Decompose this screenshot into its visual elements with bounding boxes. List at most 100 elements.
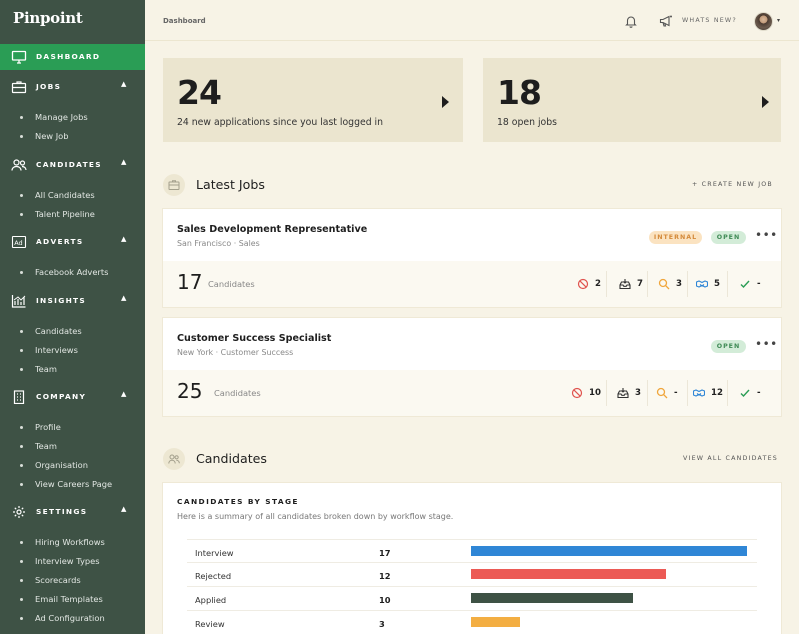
sidebar-subitem-organisation[interactable]: Organisation [0,456,145,474]
sidebar-subitem-profile[interactable]: Profile [0,418,145,436]
candidates-title: Candidates [196,451,267,466]
chevron-up-icon[interactable]: ▲ [121,235,126,243]
bullet [20,194,23,197]
metric-value: 10 [589,388,601,398]
metric-divider [727,271,728,297]
bullet [20,617,23,620]
chevron-up-icon[interactable]: ▲ [121,158,126,166]
handshake-icon [693,387,705,399]
metric-value: 3 [635,388,641,398]
job-title[interactable]: Sales Development Representative [177,224,367,235]
metric-value: 12 [711,388,723,398]
view-all-candidates-link[interactable]: VIEW ALL CANDIDATES [683,455,778,462]
metric-applied[interactable]: 3 [617,384,641,402]
sidebar-subitem-interviews[interactable]: Interviews [0,341,145,359]
card-description: Here is a summary of all candidates brok… [177,512,454,521]
sidebar-item-insights[interactable]: INSIGHTS ▲ [0,288,145,314]
bullet [20,368,23,371]
job-metrics-bar: 17 Candidates 2 7 3 5 - [163,261,781,307]
monitor-icon [11,50,27,64]
sidebar-subitem-label: View Careers Page [35,479,113,489]
sidebar-subitem-facebook-adverts[interactable]: Facebook Adverts [0,263,145,281]
stat-card-new-applications[interactable]: 24 24 new applications since you last lo… [163,58,463,142]
stage-row[interactable]: Applied 10 [187,587,757,611]
play-arrow-icon[interactable] [762,96,769,108]
job-card[interactable]: Sales Development Representative San Fra… [163,209,781,307]
sidebar-subitem-all-candidates[interactable]: All Candidates [0,186,145,204]
metric-interview[interactable]: 12 [693,384,723,402]
candidates-by-stage-card: CANDIDATES BY STAGE Here is a summary of… [163,483,781,634]
candidate-count[interactable]: 17 [177,270,202,294]
megaphone-icon[interactable] [659,14,673,28]
stage-row[interactable]: Interview 17 [187,539,757,563]
sidebar-subitem-label: Email Templates [35,594,103,604]
bullet [20,116,23,119]
metric-hired[interactable]: - [739,275,761,293]
sidebar-item-dashboard[interactable]: DASHBOARD [0,44,145,70]
stat-card-open-jobs[interactable]: 18 18 open jobs [483,58,781,142]
sidebar-subitem-label: Facebook Adverts [35,267,109,277]
sidebar-item-label: JOBS [36,82,62,91]
chevron-up-icon[interactable]: ▲ [121,505,126,513]
chevron-up-icon[interactable]: ▲ [121,80,126,88]
sidebar-item-label: DASHBOARD [36,52,101,61]
sidebar-item-label: COMPANY [36,392,87,401]
sidebar-subitem-label: Manage Jobs [35,112,88,122]
sidebar-subitem-label: New Job [35,131,69,141]
metric-value: - [757,388,761,398]
app-logo[interactable]: Pinpoint [13,9,83,27]
metric-interview[interactable]: 5 [696,275,720,293]
job-card[interactable]: Customer Success Specialist New York · C… [163,318,781,416]
sidebar-subitem-hiring-workflows[interactable]: Hiring Workflows [0,533,145,551]
metric-divider [727,380,728,406]
sidebar-item-candidates[interactable]: CANDIDATES ▲ [0,152,145,178]
sidebar-subitem-label: Interview Types [35,556,100,566]
stage-name: Review [195,619,225,629]
sidebar-item-settings[interactable]: SETTINGS ▲ [0,499,145,525]
sidebar-item-adverts[interactable]: Ad ADVERTS ▲ [0,229,145,255]
stage-row[interactable]: Review 3 [187,611,757,634]
more-menu-icon[interactable]: ••• [755,228,778,242]
job-title[interactable]: Customer Success Specialist [177,333,331,344]
sidebar-subitem-new-job[interactable]: New Job [0,127,145,145]
sidebar-subitem-company-team[interactable]: Team [0,437,145,455]
avatar[interactable] [754,12,773,31]
sidebar-subitem-insights-candidates[interactable]: Candidates [0,322,145,340]
play-arrow-icon[interactable] [442,96,449,108]
metric-rejected[interactable]: 2 [577,275,601,293]
sidebar-subitem-manage-jobs[interactable]: Manage Jobs [0,108,145,126]
metric-review[interactable]: 3 [658,275,682,293]
metric-hired[interactable]: - [739,384,761,402]
stage-name: Rejected [195,571,232,581]
metric-rejected[interactable]: 10 [571,384,601,402]
breadcrumb[interactable]: Dashboard [163,17,206,25]
create-new-job-link[interactable]: + CREATE NEW JOB [692,181,773,188]
sidebar-subitem-insights-team[interactable]: Team [0,360,145,378]
sidebar-subitem-ad-configuration[interactable]: Ad Configuration [0,609,145,627]
sidebar-subitem-interview-types[interactable]: Interview Types [0,552,145,570]
stage-row[interactable]: Rejected 12 [187,563,757,587]
chevron-up-icon[interactable]: ▲ [121,390,126,398]
chevron-up-icon[interactable]: ▲ [121,294,126,302]
sidebar-item-jobs[interactable]: JOBS ▲ [0,74,145,100]
sidebar-subitem-view-careers-page[interactable]: View Careers Page [0,475,145,493]
metric-applied[interactable]: 7 [619,275,643,293]
bullet [20,349,23,352]
chevron-down-icon[interactable]: ▾ [777,17,780,24]
sidebar-subitem-talent-pipeline[interactable]: Talent Pipeline [0,205,145,223]
metric-review[interactable]: - [656,384,678,402]
whats-new-link[interactable]: WHATS NEW? [682,17,737,24]
search-icon [656,387,668,399]
latest-jobs-title: Latest Jobs [196,177,265,192]
stage-count: 10 [379,595,391,605]
sidebar-subitem-scorecards[interactable]: Scorecards [0,571,145,589]
more-menu-icon[interactable]: ••• [755,337,778,351]
bell-icon[interactable] [624,14,638,28]
sidebar-subitem-label: Team [35,364,57,374]
sidebar-item-company[interactable]: COMPANY ▲ [0,384,145,410]
sidebar-subitem-label: Organisation [35,460,89,470]
metric-divider [606,271,607,297]
candidate-count[interactable]: 25 [177,379,202,403]
check-icon [739,387,751,399]
sidebar-subitem-email-templates[interactable]: Email Templates [0,590,145,608]
